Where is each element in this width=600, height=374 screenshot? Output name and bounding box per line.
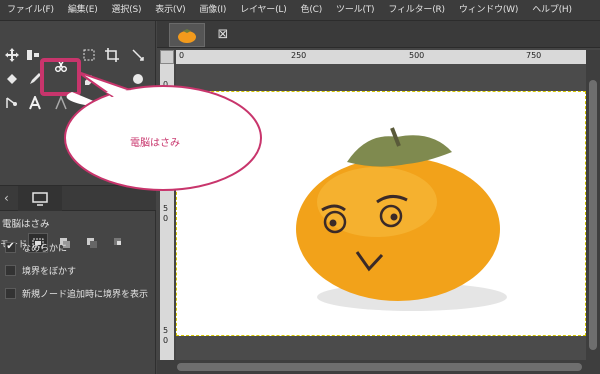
ruler-tick-label: 5 — [163, 326, 169, 335]
mode-subtract-button[interactable] — [82, 233, 102, 253]
eraser-icon[interactable] — [78, 69, 100, 89]
menu-select[interactable]: 選択(S) — [105, 0, 149, 21]
menu-tools[interactable]: ツール(T) — [329, 0, 381, 21]
ruler-tick-label: 0 — [179, 51, 185, 60]
foreground-select-icon[interactable] — [78, 45, 100, 65]
menu-windows[interactable]: ウィンドウ(W) — [452, 0, 525, 21]
menu-filters[interactable]: フィルター(R) — [381, 0, 452, 21]
tab-tool-options[interactable] — [18, 186, 62, 211]
ruler-tick-label: 250 — [291, 51, 307, 60]
toolbox: ‹ 電脳はさみ モード: ✔ なめらかに 境界をぼかす 新規ノード追加時に境界を… — [0, 21, 156, 374]
ruler-tick-label: 0 — [163, 80, 169, 89]
callout-text: 電脳はさみ — [130, 138, 180, 149]
horizontal-ruler: 0 250 500 750 — [176, 50, 586, 64]
crop-icon[interactable] — [101, 45, 123, 65]
ruler-tick-label: 5 — [163, 204, 169, 213]
image-tab-thumbnail[interactable] — [169, 23, 205, 47]
feather-edges-checkbox[interactable] — [5, 264, 16, 276]
menu-help[interactable]: ヘルプ(H) — [525, 0, 579, 21]
vertical-scroll-thumb[interactable] — [589, 80, 597, 350]
menu-layer[interactable]: レイヤー(L) — [233, 0, 293, 21]
unified-transform-icon[interactable] — [127, 45, 149, 65]
interactive-boundary-label: 新規ノード追加時に境界を表示 — [22, 289, 149, 300]
display-icon — [32, 191, 48, 206]
feather-edges-label: 境界をぼかす — [22, 266, 77, 277]
menu-edit[interactable]: 編集(E) — [61, 0, 105, 21]
image-tab-bar: ⊠ — [157, 21, 600, 48]
image-canvas[interactable] — [176, 91, 586, 336]
bucket-fill-icon[interactable] — [1, 69, 23, 89]
vertical-scrollbar[interactable] — [586, 50, 600, 360]
vertical-ruler: 0 5 0 5 0 — [160, 64, 174, 360]
antialias-checkbox[interactable]: ✔ — [5, 241, 16, 253]
mode-intersect-button[interactable] — [109, 233, 129, 253]
dock-tab-strip: ‹ — [0, 185, 156, 211]
ruler-tick-label: 0 — [163, 214, 169, 223]
scissors-highlight-frame — [40, 58, 81, 96]
quick-mask-toggle[interactable] — [160, 50, 174, 64]
menu-color[interactable]: 色(C) — [294, 0, 330, 21]
interactive-boundary-checkbox[interactable] — [5, 287, 16, 299]
horizontal-scroll-thumb[interactable] — [177, 363, 582, 371]
antialias-label: なめらかに — [22, 243, 68, 254]
close-icon[interactable]: ⊠ — [215, 26, 231, 42]
menu-file[interactable]: ファイル(F) — [0, 0, 61, 21]
smudge-icon[interactable] — [127, 69, 149, 89]
menu-image[interactable]: 画像(I) — [192, 0, 233, 21]
ruler-tick-label: 0 — [163, 336, 169, 345]
persimmon-image — [296, 127, 507, 311]
paths-icon[interactable] — [1, 93, 23, 113]
move-tool-icon[interactable] — [1, 45, 23, 65]
horizontal-scrollbar[interactable] — [157, 360, 600, 374]
text-icon[interactable] — [24, 93, 46, 113]
menu-view[interactable]: 表示(V) — [148, 0, 192, 21]
ruler-tick-label: 500 — [409, 51, 425, 60]
ruler-tick-label: 750 — [526, 51, 542, 60]
option-antialias[interactable]: ✔ なめらかに — [5, 240, 67, 254]
gradient-icon[interactable] — [50, 93, 72, 113]
tool-options-title: 電脳はさみ — [2, 219, 50, 230]
tab-scroll-left-icon[interactable]: ‹ — [4, 191, 9, 205]
option-interactive-boundary[interactable]: 新規ノード追加時に境界を表示 — [5, 286, 148, 300]
option-feather-edges[interactable]: 境界をぼかす — [5, 263, 76, 277]
menu-bar: ファイル(F) 編集(E) 選択(S) 表示(V) 画像(I) レイヤー(L) … — [0, 0, 600, 21]
